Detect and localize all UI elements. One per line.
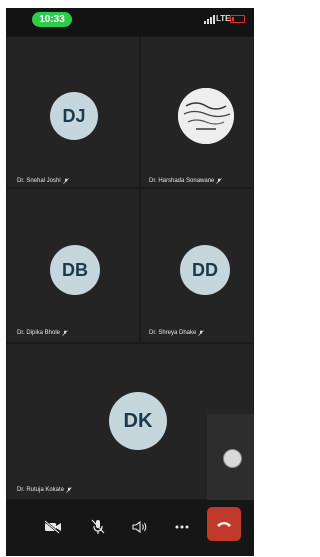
participant-tile[interactable]: DK Dr. Rutuja Kokate	[6, 343, 254, 501]
participant-photo	[178, 88, 234, 144]
more-icon	[175, 525, 189, 529]
mic-off-icon	[66, 487, 72, 493]
participant-name: Dr. Harshada Sonawane	[149, 178, 223, 184]
mic-off-icon	[62, 178, 69, 184]
participant-avatar: DB	[50, 245, 100, 295]
battery-icon	[230, 15, 245, 23]
camera-off-icon	[44, 520, 61, 534]
participant-name: Dr. Snehal Joshi	[17, 178, 69, 184]
participant-avatar: DJ	[50, 92, 98, 140]
mic-off-icon	[198, 330, 205, 336]
speaker-button[interactable]	[127, 514, 153, 540]
participant-name-label: Dr. Shreya Dhake	[149, 330, 197, 336]
participant-name-label: Dr. Snehal Joshi	[17, 178, 61, 184]
speaker-icon	[132, 520, 147, 534]
participant-name-label: Dr. Rutuja Kokate	[17, 487, 65, 493]
self-view-avatar	[223, 449, 242, 468]
end-call-icon	[217, 522, 231, 527]
participant-name-label: Dr. Dipika Bhole	[17, 330, 61, 336]
battery-level	[232, 17, 234, 21]
meeting-screen: 10:33 LTE DJ Dr. Snehal Joshi Dr. Harsha…	[6, 8, 254, 556]
participant-tile[interactable]: DD Dr. Shreya Dhake	[140, 188, 254, 343]
camera-toggle-button[interactable]	[40, 514, 66, 540]
mic-off-icon	[216, 178, 223, 184]
participant-tile[interactable]: DB Dr. Dipika Bhole	[6, 188, 140, 343]
status-time: 10:33	[32, 12, 72, 27]
participant-tile[interactable]: Dr. Harshada Sonawane	[140, 36, 254, 188]
network-type: LTE	[216, 14, 231, 23]
participant-tile[interactable]: DJ Dr. Snehal Joshi	[6, 36, 140, 188]
participant-avatar: DD	[180, 245, 230, 295]
participant-name: Dr. Shreya Dhake	[149, 330, 205, 336]
mic-off-icon	[91, 519, 105, 534]
more-button[interactable]	[169, 514, 195, 540]
status-bar: 10:33 LTE	[6, 8, 254, 30]
self-view[interactable]	[207, 414, 254, 501]
mic-off-icon	[62, 330, 68, 336]
call-controls	[6, 500, 254, 556]
participant-name-label: Dr. Harshada Sonawane	[149, 178, 215, 184]
participant-name: Dr. Dipika Bhole	[17, 330, 68, 336]
mic-toggle-button[interactable]	[85, 514, 111, 540]
end-call-button[interactable]	[207, 507, 241, 541]
participant-avatar: DK	[109, 392, 167, 450]
participant-name: Dr. Rutuja Kokate	[17, 487, 72, 493]
